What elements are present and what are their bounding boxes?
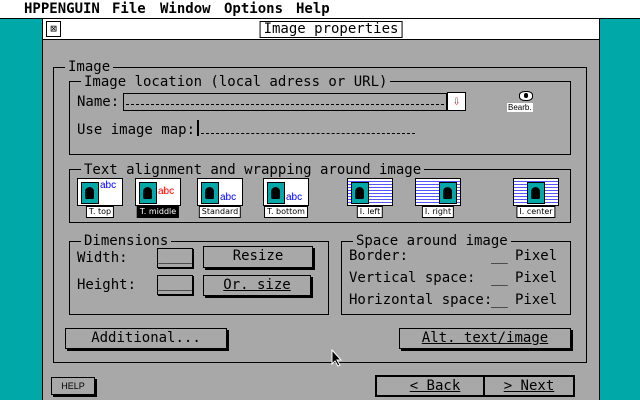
- align-option-middle[interactable]: abc T. middle: [127, 178, 189, 224]
- alt-text-image-button[interactable]: Alt. text/image: [399, 328, 571, 349]
- imagemap-input[interactable]: [197, 120, 415, 136]
- height-input[interactable]: ____: [157, 275, 193, 295]
- name-input[interactable]: [123, 93, 447, 111]
- align-option-standard[interactable]: abc Standard: [189, 178, 251, 224]
- vertical-space-label: Vertical space:: [349, 270, 476, 286]
- border-unit: Pixel: [515, 248, 558, 264]
- menu-bar: HPPENGUIN File Window Options Help: [0, 0, 640, 19]
- title-bar[interactable]: ⊠ Image properties: [43, 19, 599, 40]
- align-image-right-label: I. right: [421, 206, 455, 218]
- align-bottom-label: T. bottom: [264, 206, 308, 218]
- imagemap-label: Use image map:: [77, 122, 196, 138]
- horizontal-space-label: Horizontal space:: [349, 292, 493, 308]
- vertical-space-input[interactable]: __: [491, 270, 508, 286]
- menu-app-name[interactable]: HPPENGUIN: [24, 1, 100, 17]
- align-option-image-right[interactable]: I. right: [407, 178, 469, 224]
- align-option-image-left[interactable]: I. left: [339, 178, 401, 224]
- additional-button[interactable]: Additional...: [65, 328, 227, 349]
- horizontal-space-unit: Pixel: [515, 292, 558, 308]
- border-input[interactable]: __: [491, 248, 508, 264]
- align-middle-label: T. middle: [136, 206, 180, 218]
- menu-window[interactable]: Window: [160, 1, 211, 17]
- mouse-pointer-icon: [331, 349, 343, 367]
- border-label: Border:: [349, 248, 409, 264]
- align-top-label: T. top: [85, 206, 115, 218]
- browse-label: Bearb.: [507, 103, 533, 112]
- align-top-thumb: abc: [77, 178, 123, 206]
- align-option-bottom[interactable]: abc T. bottom: [255, 178, 317, 224]
- browse-button[interactable]: Bearb.: [505, 91, 545, 115]
- width-input[interactable]: ____: [157, 248, 193, 268]
- menu-file[interactable]: File: [112, 1, 146, 17]
- image-group-title: Image: [65, 59, 114, 75]
- original-size-button[interactable]: Or. size: [203, 275, 311, 296]
- align-image-center-label: I. center: [516, 206, 556, 218]
- align-standard-label: Standard: [198, 206, 242, 218]
- align-image-center-thumb: [513, 178, 559, 206]
- align-image-right-thumb: [415, 178, 461, 206]
- image-properties-window: ⊠ Image properties Image Image location …: [42, 19, 600, 400]
- next-button[interactable]: > Next: [483, 375, 575, 397]
- help-button[interactable]: HELP: [51, 377, 95, 395]
- align-standard-thumb: abc: [197, 178, 243, 206]
- menu-options[interactable]: Options: [224, 1, 283, 17]
- align-image-left-thumb: [347, 178, 393, 206]
- space-title: Space around image: [353, 233, 511, 249]
- align-option-top[interactable]: abc T. top: [69, 178, 131, 224]
- align-image-left-label: I. left: [356, 206, 384, 218]
- image-location-title: Image location (local adress or URL): [81, 74, 391, 90]
- window-title: Image properties: [259, 21, 403, 38]
- close-icon[interactable]: ⊠: [46, 21, 61, 37]
- alignment-title: Text alignment and wrapping around image: [81, 162, 425, 178]
- align-middle-thumb: abc: [135, 178, 181, 206]
- horizontal-space-input[interactable]: __: [491, 292, 508, 308]
- menu-help[interactable]: Help: [296, 1, 330, 17]
- align-bottom-thumb: abc: [263, 178, 309, 206]
- align-option-image-center[interactable]: I. center: [505, 178, 567, 224]
- vertical-space-unit: Pixel: [515, 270, 558, 286]
- dimensions-title: Dimensions: [81, 233, 172, 249]
- back-button[interactable]: < Back: [375, 375, 495, 397]
- name-label: Name:: [77, 94, 120, 110]
- eye-icon: [519, 91, 533, 101]
- resize-button[interactable]: Resize: [203, 246, 313, 268]
- width-label: Width:: [77, 250, 128, 266]
- height-label: Height:: [77, 277, 137, 293]
- dropdown-arrow-icon[interactable]: ⇩: [447, 92, 466, 111]
